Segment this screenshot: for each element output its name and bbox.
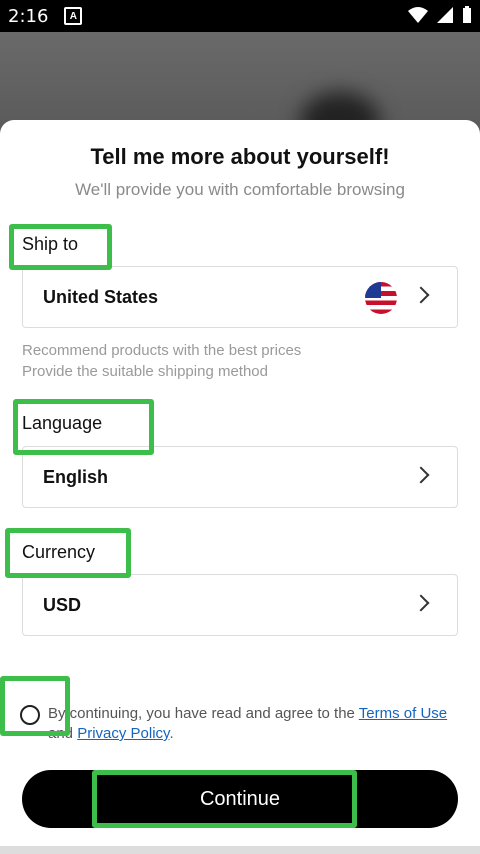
ship-to-hint-2: Provide the suitable shipping method <box>22 363 268 380</box>
status-icons <box>408 6 472 24</box>
language-value: English <box>43 467 109 487</box>
blurred-background <box>0 32 480 152</box>
status-bar: 2:16 A <box>0 0 480 32</box>
terms-of-use-link[interactable]: Terms of Use <box>359 705 447 722</box>
ship-to-label: Ship to <box>22 234 79 254</box>
currency-selector[interactable]: USD <box>22 574 458 636</box>
currency-value: USD <box>43 595 82 615</box>
chevron-right-icon <box>412 594 430 612</box>
currency-label: Currency <box>22 542 96 562</box>
us-flag-icon <box>365 282 397 314</box>
agreement-text: By continuing, you have read and agree t… <box>48 705 448 742</box>
language-selector[interactable]: English <box>22 446 458 508</box>
chevron-right-icon <box>412 466 430 484</box>
ship-to-selector[interactable]: United States <box>22 266 458 328</box>
sheet-subtitle: We'll provide you with comfortable brows… <box>75 180 405 199</box>
battery-icon <box>463 6 471 23</box>
wifi-icon <box>408 7 428 23</box>
app-notification-icon: A <box>64 7 83 25</box>
agree-radio[interactable] <box>20 705 40 725</box>
signal-icon <box>437 7 453 23</box>
preferences-sheet: Tell me more about yourself! We'll provi… <box>0 120 480 854</box>
ship-to-value: United States <box>43 287 159 307</box>
status-time: 2:16 <box>8 5 49 27</box>
bottom-strip <box>0 846 480 854</box>
language-label: Language <box>22 413 103 433</box>
privacy-policy-link[interactable]: Privacy Policy <box>77 725 169 742</box>
ship-to-hint-1: Recommend products with the best prices <box>22 342 302 359</box>
sheet-title: Tell me more about yourself! <box>90 144 390 169</box>
chevron-right-icon <box>412 286 430 304</box>
continue-button[interactable]: Continue <box>22 770 458 828</box>
